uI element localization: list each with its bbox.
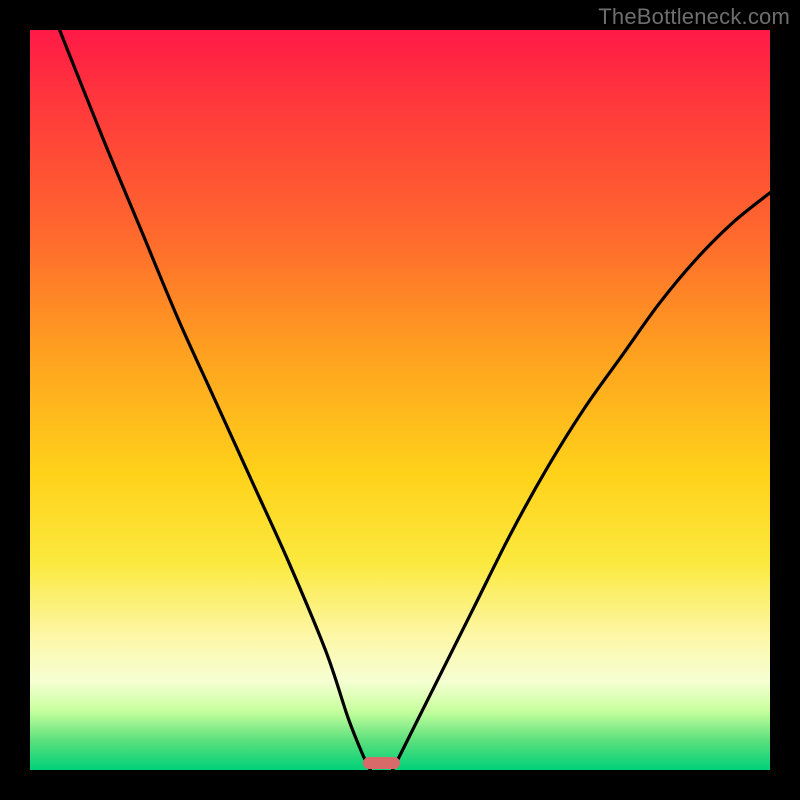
plot-area — [30, 30, 770, 770]
curve-left-branch — [60, 30, 371, 770]
optimal-marker — [363, 757, 400, 769]
curve-right-branch — [393, 193, 770, 770]
watermark-text: TheBottleneck.com — [598, 4, 790, 30]
bottleneck-curve — [30, 30, 770, 770]
chart-frame: TheBottleneck.com — [0, 0, 800, 800]
